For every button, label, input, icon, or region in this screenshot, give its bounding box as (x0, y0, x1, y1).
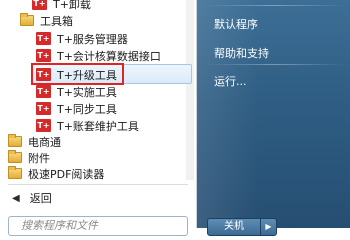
pane-gloss (197, 0, 350, 228)
search-input[interactable]: 搜索程序和文件 (8, 216, 188, 236)
default-programs-link[interactable]: 默认程序 (214, 16, 258, 32)
folder-item-pdf-reader[interactable]: 极速PDF阅读器 (0, 164, 194, 183)
folder-icon (8, 166, 22, 179)
program-label: T+同步工具 (57, 102, 117, 116)
tplus-app-icon: T+ (36, 85, 51, 98)
help-support-link[interactable]: 帮助和支持 (214, 45, 269, 61)
folder-icon (20, 13, 34, 26)
program-label: T+服务管理器 (57, 32, 128, 46)
tplus-app-icon: T+ (32, 0, 47, 10)
tplus-app-icon: T+ (36, 32, 51, 45)
back-arrow-icon: ◀ (12, 192, 20, 204)
right-pane (197, 0, 350, 228)
folder-item-toolbox[interactable]: 工具箱 (0, 11, 194, 30)
back-button[interactable]: ◀ 返回 (0, 188, 194, 208)
shutdown-options-arrow-icon[interactable]: ▶ (261, 218, 277, 236)
annotation-highlight-box (31, 63, 124, 85)
right-divider (205, 64, 345, 65)
program-label: 工具箱 (40, 14, 73, 28)
folder-icon (8, 134, 22, 147)
divider (8, 184, 188, 185)
shutdown-button[interactable]: 关机 (207, 218, 261, 236)
back-label: 返回 (29, 192, 52, 205)
program-label: T+卸载 (53, 0, 91, 11)
all-programs-pane: T+ T+卸载 工具箱 T+ T+服务管理器 T+ T+会计核算数据接口 T+ … (0, 0, 197, 236)
program-label: T+会计核算数据接口 (57, 49, 161, 63)
tplus-app-icon: T+ (36, 49, 51, 62)
tplus-app-icon: T+ (36, 102, 51, 115)
tplus-app-icon: T+ (36, 119, 51, 132)
program-label: T+实施工具 (57, 85, 117, 99)
program-label: 极速PDF阅读器 (28, 167, 105, 181)
folder-icon (8, 150, 22, 163)
right-divider (205, 5, 345, 6)
run-link[interactable]: 运行... (214, 73, 247, 89)
